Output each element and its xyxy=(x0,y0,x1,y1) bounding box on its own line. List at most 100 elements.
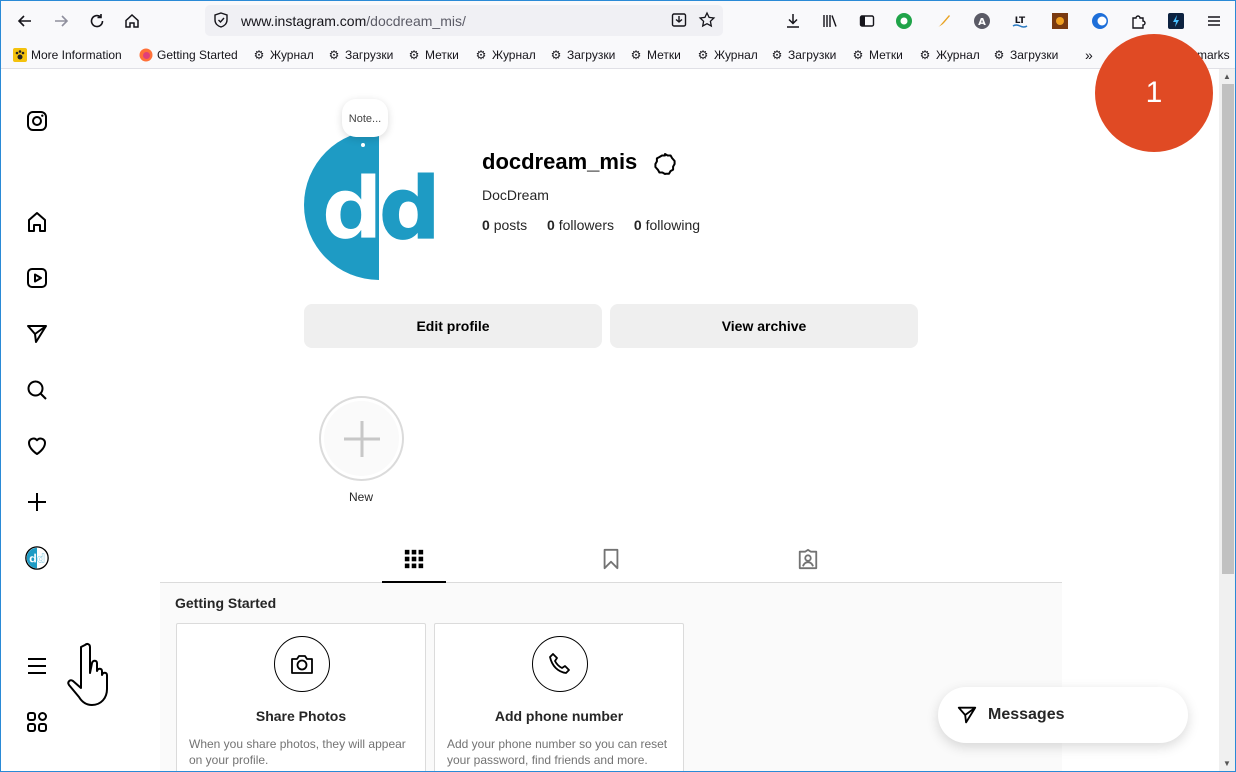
bookmark-item[interactable]: ⚙ Журнал xyxy=(474,46,536,64)
phone-icon xyxy=(532,636,588,692)
bookmark-item[interactable]: ⚙ Журнал xyxy=(252,46,314,64)
tagged-tab-icon[interactable] xyxy=(796,547,820,571)
bookmark-item[interactable]: ⚙ Загрузки xyxy=(549,46,616,64)
browser-toolbar: www.instagram.com/docdream_mis/ A LT xyxy=(1,1,1235,41)
heart-icon[interactable] xyxy=(23,432,51,460)
new-highlight-label: New xyxy=(348,490,373,504)
scrollbar-thumb[interactable] xyxy=(1222,84,1234,574)
view-archive-button[interactable]: View archive xyxy=(610,304,918,348)
extension-green-icon[interactable] xyxy=(892,9,916,33)
note-text: Note... xyxy=(348,113,382,125)
profile-avatar[interactable]: dd dd xyxy=(304,130,454,280)
bookmark-item[interactable]: ⚙ Журнал xyxy=(918,46,980,64)
home-nav-icon[interactable] xyxy=(23,208,51,236)
profile-avatar-icon[interactable]: dd xyxy=(23,544,51,572)
direct-send-icon[interactable] xyxy=(23,320,51,348)
instagram-logo-icon[interactable] xyxy=(23,107,51,135)
camera-icon xyxy=(274,636,330,692)
gear-icon: ⚙ xyxy=(697,48,709,62)
gear-icon: ⚙ xyxy=(408,48,420,62)
extensions-puzzle-icon[interactable] xyxy=(1126,9,1150,33)
forward-icon[interactable] xyxy=(49,9,73,33)
scroll-up-icon[interactable]: ▲ xyxy=(1223,72,1231,81)
messages-label: Messages xyxy=(988,706,1065,723)
save-page-icon[interactable] xyxy=(667,8,691,32)
card-title: Add phone number xyxy=(494,708,624,724)
create-plus-icon[interactable] xyxy=(23,488,51,516)
direct-send-icon xyxy=(957,706,977,724)
profile-stats: 0 posts 0 followers 0 following xyxy=(482,217,716,233)
url-host: www.instagram.com xyxy=(241,13,367,29)
bookmark-item[interactable]: ⚙ Метки xyxy=(851,46,903,64)
shield-icon[interactable] xyxy=(209,8,233,32)
posts-grid-tab-icon[interactable] xyxy=(402,547,426,571)
bookmark-item[interactable]: ⚙ Журнал xyxy=(696,46,758,64)
card-title: Share Photos xyxy=(255,708,347,724)
gear-icon: ⚙ xyxy=(253,48,265,62)
settings-gear-icon[interactable] xyxy=(653,152,677,176)
following-stat[interactable]: 0 following xyxy=(634,217,700,233)
sidebar-toggle-icon[interactable] xyxy=(855,9,879,33)
avatar-initials-overlay: dd xyxy=(321,159,436,259)
saved-bookmark-tab-icon[interactable] xyxy=(599,547,623,571)
more-menu-icon[interactable] xyxy=(23,652,51,680)
search-icon[interactable] xyxy=(23,376,51,404)
plus-icon xyxy=(343,420,380,457)
url-bar[interactable]: www.instagram.com/docdream_mis/ xyxy=(205,5,723,36)
extension-c-icon[interactable] xyxy=(1088,9,1112,33)
bookmark-item[interactable]: ⚙ Загрузки xyxy=(327,46,394,64)
step-number-badge: 1 xyxy=(1095,34,1213,152)
url-path: /docdream_mis/ xyxy=(366,13,466,29)
back-icon[interactable] xyxy=(13,9,37,33)
browser-window: www.instagram.com/docdream_mis/ A LT Mor… xyxy=(0,0,1236,772)
bookmark-item[interactable]: ⚙ Метки xyxy=(407,46,459,64)
edit-profile-button[interactable]: Edit profile xyxy=(304,304,602,348)
extension-brush-icon[interactable] xyxy=(932,9,956,33)
svg-text:dd: dd xyxy=(29,552,45,565)
bookmark-item[interactable]: ⚙ Загрузки xyxy=(770,46,837,64)
reload-icon[interactable] xyxy=(85,9,109,33)
home-icon[interactable] xyxy=(120,9,144,33)
menu-icon[interactable] xyxy=(1202,9,1226,33)
getting-started-title: Getting Started xyxy=(175,595,277,611)
profile-username: docdream_mis xyxy=(482,149,638,174)
scroll-down-icon[interactable]: ▼ xyxy=(1223,759,1231,768)
extension-a-icon[interactable]: A xyxy=(970,9,994,33)
new-highlight-button[interactable] xyxy=(319,396,404,481)
messages-button[interactable]: Messages xyxy=(938,687,1188,743)
gear-icon: ⚙ xyxy=(550,48,562,62)
card-description: Add your phone number so you can reset y… xyxy=(447,737,668,767)
gear-icon: ⚙ xyxy=(993,48,1005,62)
bookmark-item[interactable]: ⚙ Загрузки xyxy=(992,46,1059,64)
posts-stat: 0 posts xyxy=(482,217,528,233)
star-icon[interactable] xyxy=(695,8,719,32)
gear-icon: ⚙ xyxy=(328,48,340,62)
paw-icon xyxy=(13,48,27,62)
bookmarks-toolbar: More Information Getting Started ⚙ Журнал… xyxy=(1,41,1235,69)
bookmark-item[interactable]: ⚙ Метки xyxy=(629,46,681,64)
extension-lt-icon[interactable]: LT xyxy=(1008,9,1032,33)
card-description: When you share photos, they will appear … xyxy=(189,737,406,767)
add-phone-card[interactable]: Add phone number Add your phone number s… xyxy=(434,623,684,771)
bookmark-item[interactable]: Getting Started xyxy=(139,46,238,64)
share-photos-card[interactable]: Share Photos When you share photos, they… xyxy=(176,623,426,771)
firefox-icon xyxy=(139,48,153,62)
page-scrollbar[interactable]: ▲ ▼ xyxy=(1219,69,1235,771)
gear-icon: ⚙ xyxy=(919,48,931,62)
bookmarks-overflow-chevron-icon[interactable]: » xyxy=(1085,46,1093,64)
hand-cursor-icon xyxy=(65,641,119,707)
profile-full-name: DocDream xyxy=(482,187,549,203)
downloads-icon[interactable] xyxy=(781,9,805,33)
note-tail xyxy=(361,143,365,147)
gear-icon: ⚙ xyxy=(630,48,642,62)
bookmark-item[interactable]: More Information xyxy=(13,46,122,64)
extension-sun-icon[interactable] xyxy=(1048,9,1072,33)
also-from-meta-icon[interactable] xyxy=(23,708,51,736)
instagram-page: dd dd dd Note... docdream_mis DocDream 0… xyxy=(1,69,1219,771)
extension-dark-icon[interactable] xyxy=(1164,9,1188,33)
reels-icon[interactable] xyxy=(23,264,51,292)
note-bubble[interactable]: Note... xyxy=(342,99,388,137)
library-icon[interactable] xyxy=(818,9,842,33)
gear-icon: ⚙ xyxy=(475,48,487,62)
followers-stat[interactable]: 0 followers xyxy=(547,217,614,233)
